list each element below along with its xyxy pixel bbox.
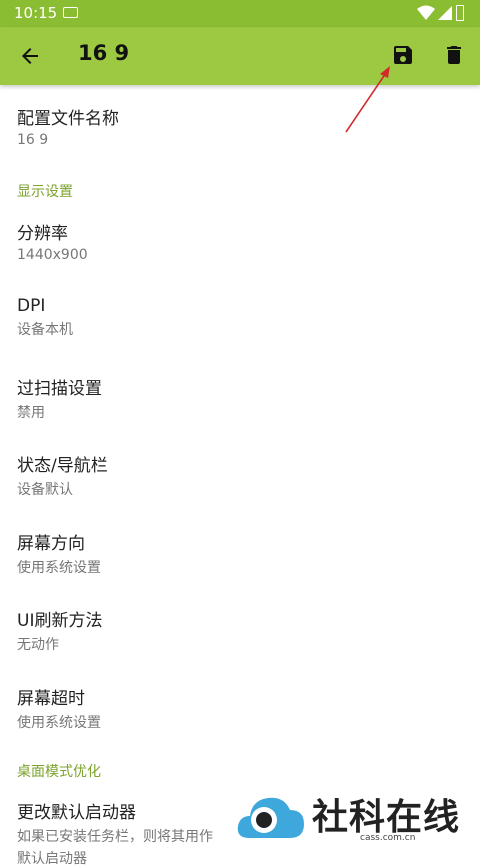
setting-orientation[interactable]: 屏幕方向 使用系统设置: [17, 529, 101, 577]
setting-label: 屏幕超时: [17, 689, 85, 709]
section-display-header: 显示设置: [17, 184, 73, 200]
setting-label: 更改默认启动器: [17, 803, 136, 823]
setting-value: 使用系统设置: [17, 715, 101, 731]
setting-label: 状态/导航栏: [17, 456, 108, 476]
setting-label: 屏幕方向: [17, 534, 85, 554]
setting-screen-timeout[interactable]: 屏幕超时 使用系统设置: [17, 684, 101, 732]
annotation-arrow: [345, 66, 390, 133]
watermark: 社科在线 cass.com.cn: [236, 786, 480, 854]
setting-value-line2: 默认启动器: [17, 851, 87, 867]
setting-label: DPI: [17, 296, 46, 316]
cloud-logo-icon: [237, 797, 304, 838]
profile-name-label: 配置文件名称: [17, 109, 119, 129]
arrow-back-icon[interactable]: [18, 44, 42, 68]
setting-dpi[interactable]: DPI 设备本机: [17, 296, 73, 339]
signal-icon: [438, 6, 452, 20]
setting-value: 1440x900: [17, 247, 88, 263]
setting-resolution[interactable]: 分辨率 1440x900: [17, 219, 88, 263]
profile-name-item[interactable]: 配置文件名称 16 9: [17, 104, 119, 148]
section-desktop-header: 桌面模式优化: [17, 764, 101, 780]
setting-launcher[interactable]: 更改默认启动器 如果已安装任务栏，则将其用作 默认启动器: [17, 798, 213, 868]
battery-icon: [456, 5, 464, 21]
setting-label: 分辨率: [17, 224, 68, 244]
setting-overscan[interactable]: 过扫描设置 禁用: [17, 374, 102, 422]
profile-name-value: 16 9: [17, 132, 49, 148]
setting-value: 设备本机: [17, 322, 73, 338]
delete-icon[interactable]: [442, 43, 466, 67]
setting-label: UI刷新方法: [17, 611, 103, 631]
setting-status-nav-bar[interactable]: 状态/导航栏 设备默认: [17, 451, 108, 499]
app-bar: 16 9: [0, 27, 480, 85]
page-title: 16 9: [78, 41, 130, 65]
notification-icon: [63, 7, 78, 18]
setting-ui-refresh[interactable]: UI刷新方法 无动作: [17, 606, 102, 654]
setting-value: 设备默认: [17, 482, 73, 498]
setting-value: 如果已安装任务栏，则将其用作: [17, 829, 213, 845]
wifi-icon: [417, 5, 435, 20]
setting-value: 使用系统设置: [17, 560, 101, 576]
setting-label: 过扫描设置: [17, 379, 102, 399]
setting-value: 禁用: [17, 405, 45, 421]
watermark-sub: cass.com.cn: [360, 833, 416, 843]
status-bar: 10:15: [0, 0, 480, 27]
status-time: 10:15: [14, 4, 58, 22]
setting-value: 无动作: [17, 637, 59, 653]
